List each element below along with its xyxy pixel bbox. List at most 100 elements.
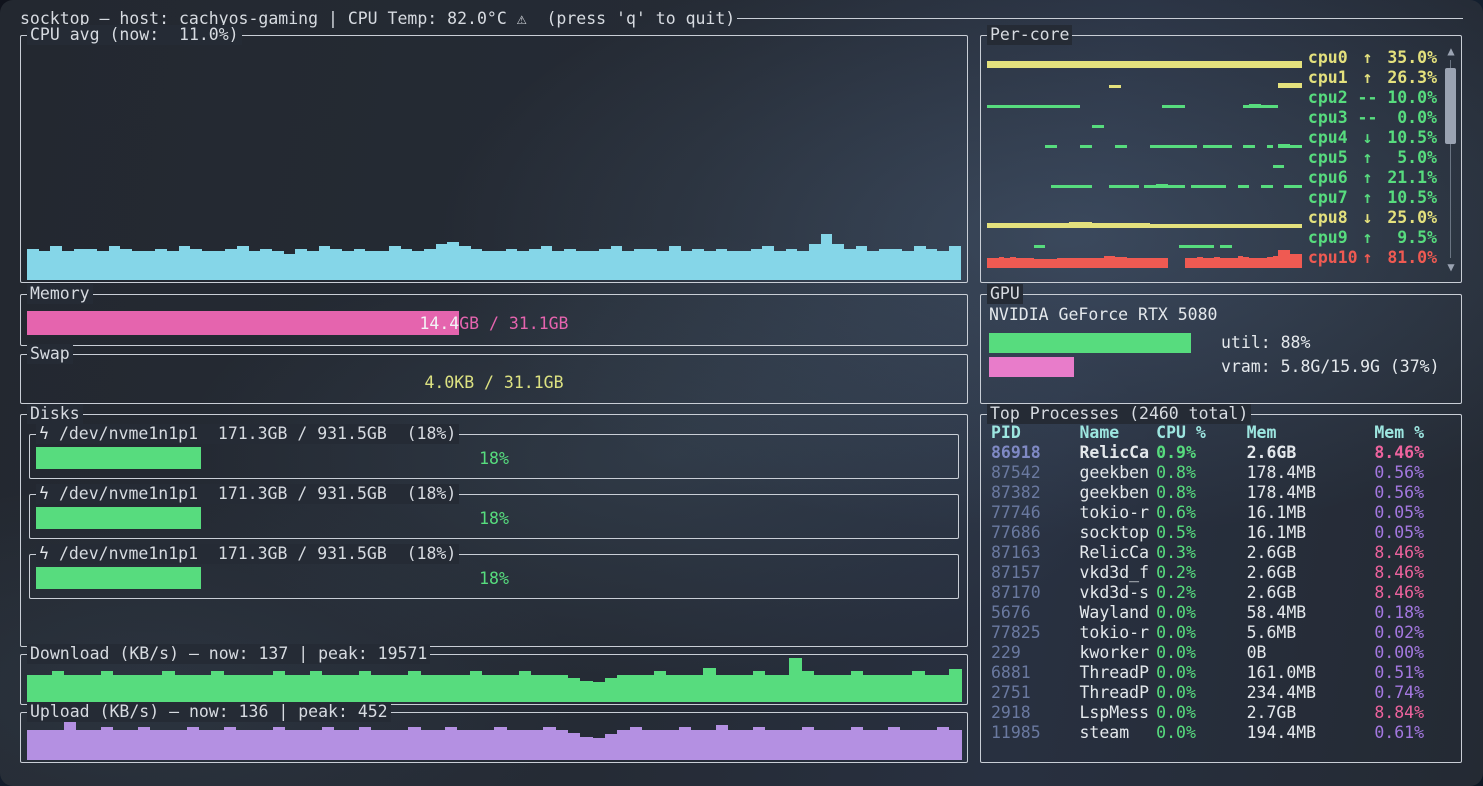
download-sparkline bbox=[27, 658, 961, 702]
gpu-util-gauge bbox=[989, 333, 1219, 353]
core-label: cpu2--10.0% bbox=[1308, 88, 1437, 108]
title-rule bbox=[737, 18, 1463, 19]
disk-usage-text: /dev/nvme1n1p1 171.3GB / 931.5GB (18%) bbox=[59, 544, 456, 564]
gpu-panel: GPU NVIDIA GeForce RTX 5080 util: 88% vr… bbox=[980, 294, 1462, 404]
core-label: cpu8↓25.0% bbox=[1308, 208, 1437, 228]
per-core-scrollbar[interactable]: ▲ ▼ bbox=[1444, 44, 1458, 274]
scrollbar-thumb[interactable] bbox=[1445, 68, 1456, 144]
upload-title: Upload (KB/s) — now: 136 | peak: 452 bbox=[27, 702, 391, 722]
scroll-down-arrow-icon[interactable]: ▼ bbox=[1444, 260, 1458, 274]
col-cpu: CPU % bbox=[1156, 423, 1246, 443]
core-row: cpu7↑10.5% bbox=[987, 188, 1437, 208]
process-table: PID Name CPU % Mem Mem % 86918RelicCa0.9… bbox=[991, 423, 1453, 743]
core-sparkline bbox=[987, 148, 1302, 168]
col-memp: Mem % bbox=[1374, 423, 1453, 443]
process-row: 87542geekben0.8%178.4MB0.56% bbox=[991, 463, 1453, 483]
disk-gauge: 18% bbox=[36, 507, 952, 529]
core-label: cpu6↑21.1% bbox=[1308, 168, 1437, 188]
process-row: 2751ThreadP0.0%234.4MB0.74% bbox=[991, 683, 1453, 703]
disk-usage-text: /dev/nvme1n1p1 171.3GB / 931.5GB (18%) bbox=[59, 424, 456, 444]
core-label: cpu7↑10.5% bbox=[1308, 188, 1437, 208]
gpu-vram-label: vram: 5.8G/15.9G (37%) bbox=[1221, 357, 1440, 376]
process-row: 229kworker0.0%0B0.00% bbox=[991, 643, 1453, 663]
core-sparkline bbox=[987, 248, 1302, 268]
process-table-header: PID Name CPU % Mem Mem % bbox=[991, 423, 1453, 443]
core-label: cpu3--0.0% bbox=[1308, 108, 1437, 128]
gpu-title: GPU bbox=[987, 284, 1023, 304]
memory-gauge: 14.4GB / 31.1GB 14.4GB / 31.1GB bbox=[27, 311, 961, 335]
disk-gauge: 18% bbox=[36, 447, 952, 469]
core-label: cpu5↑5.0% bbox=[1308, 148, 1437, 168]
core-sparkline bbox=[987, 188, 1302, 208]
core-row: cpu4↓10.5% bbox=[987, 128, 1437, 148]
cpu-avg-title: CPU avg (now: 11.0%) bbox=[27, 25, 242, 45]
disk-pct-label: 18% bbox=[36, 447, 952, 469]
core-row: cpu9↑9.5% bbox=[987, 228, 1437, 248]
process-row: 87170vkd3d-s0.2%2.6GB8.46% bbox=[991, 583, 1453, 603]
disk-list: ϟ/dev/nvme1n1p1 171.3GB / 931.5GB (18%) 1… bbox=[21, 415, 967, 646]
disks-title: Disks bbox=[27, 404, 83, 424]
swap-usage-label: 4.0KB / 31.1GB bbox=[21, 371, 967, 395]
core-row: cpu0↑35.0% bbox=[987, 48, 1437, 68]
core-row: cpu3--0.0% bbox=[987, 108, 1437, 128]
swap-panel: Swap 4.0KB / 31.1GB bbox=[20, 354, 968, 404]
disk-pct-label: 18% bbox=[36, 567, 952, 589]
core-label: cpu1↑26.3% bbox=[1308, 68, 1437, 88]
gpu-vram-gauge bbox=[989, 357, 1219, 377]
cpu-avg-panel: CPU avg (now: 11.0%) bbox=[20, 35, 968, 283]
scroll-up-arrow-icon[interactable]: ▲ bbox=[1444, 44, 1458, 58]
download-title: Download (KB/s) — now: 137 | peak: 19571 bbox=[27, 644, 430, 664]
process-row: 87157vkd3d_f0.2%2.6GB8.46% bbox=[991, 563, 1453, 583]
core-sparkline bbox=[987, 48, 1302, 68]
gpu-name: NVIDIA GeForce RTX 5080 bbox=[989, 305, 1217, 324]
core-row: cpu6↑21.1% bbox=[987, 168, 1437, 188]
download-panel: Download (KB/s) — now: 137 | peak: 19571 bbox=[20, 654, 968, 705]
flash-icon: ϟ bbox=[39, 544, 49, 564]
flash-icon: ϟ bbox=[39, 484, 49, 504]
gpu-util-fill bbox=[989, 333, 1191, 353]
memory-title: Memory bbox=[27, 284, 93, 304]
core-label: cpu9↑9.5% bbox=[1308, 228, 1437, 248]
process-row: 6881ThreadP0.0%161.0MB0.51% bbox=[991, 663, 1453, 683]
memory-gauge-fill: 14.4GB / 31.1GB bbox=[27, 311, 459, 335]
disk-pct-label: 18% bbox=[36, 507, 952, 529]
process-row: 77825tokio-r0.0%5.6MB0.02% bbox=[991, 623, 1453, 643]
process-row: 2918LspMess0.0%2.7GB8.84% bbox=[991, 703, 1453, 723]
core-row: cpu1↑26.3% bbox=[987, 68, 1437, 88]
core-row: cpu8↓25.0% bbox=[987, 208, 1437, 228]
disk-panel: ϟ/dev/nvme1n1p1 171.3GB / 931.5GB (18%)1… bbox=[29, 494, 959, 539]
core-sparkline bbox=[987, 208, 1302, 228]
terminal-window: socktop — host: cachyos-gaming | CPU Tem… bbox=[0, 0, 1483, 786]
process-row: 11985steam0.0%194.4MB0.61% bbox=[991, 723, 1453, 743]
core-sparkline bbox=[987, 228, 1302, 248]
core-sparkline bbox=[987, 68, 1302, 88]
upload-panel: Upload (KB/s) — now: 136 | peak: 452 bbox=[20, 712, 968, 763]
process-row: 87163RelicCa0.3%2.6GB8.46% bbox=[991, 543, 1453, 563]
core-sparkline bbox=[987, 88, 1302, 108]
disk-panel: ϟ/dev/nvme1n1p1 171.3GB / 931.5GB (18%)1… bbox=[29, 554, 959, 599]
core-label: cpu10↑81.0% bbox=[1308, 248, 1437, 268]
disks-panel: Disks ϟ/dev/nvme1n1p1 171.3GB / 931.5GB … bbox=[20, 414, 968, 647]
processes-title: Top Processes (2460 total) bbox=[987, 404, 1251, 424]
core-sparkline bbox=[987, 168, 1302, 188]
core-label: cpu0↑35.0% bbox=[1308, 48, 1437, 68]
core-sparkline bbox=[987, 108, 1302, 128]
disk-gauge: 18% bbox=[36, 567, 952, 589]
disk-title: ϟ/dev/nvme1n1p1 171.3GB / 931.5GB (18%) bbox=[36, 424, 459, 444]
disk-panel: ϟ/dev/nvme1n1p1 171.3GB / 931.5GB (18%)1… bbox=[29, 434, 959, 479]
core-row: cpu10↑81.0% bbox=[987, 248, 1437, 268]
flash-icon: ϟ bbox=[39, 424, 49, 444]
memory-panel: Memory 14.4GB / 31.1GB 14.4GB / 31.1GB bbox=[20, 294, 968, 346]
upload-sparkline bbox=[27, 716, 961, 760]
process-row: 77686socktop0.5%16.1MB0.05% bbox=[991, 523, 1453, 543]
per-core-title: Per-core bbox=[987, 25, 1072, 45]
cpu-avg-sparkline bbox=[27, 40, 961, 280]
process-rows: 86918RelicCa0.9%2.6GB8.46%87542geekben0.… bbox=[991, 443, 1453, 743]
core-row: cpu5↑5.0% bbox=[987, 148, 1437, 168]
col-pid: PID bbox=[991, 423, 1079, 443]
core-row: cpu2--10.0% bbox=[987, 88, 1437, 108]
per-core-rows: cpu0↑35.0%cpu1↑26.3%cpu2--10.0%cpu3--0.0… bbox=[987, 48, 1437, 268]
process-row: 77746tokio-r0.6%16.1MB0.05% bbox=[991, 503, 1453, 523]
swap-title: Swap bbox=[27, 344, 73, 364]
process-row: 86918RelicCa0.9%2.6GB8.46% bbox=[991, 443, 1453, 463]
